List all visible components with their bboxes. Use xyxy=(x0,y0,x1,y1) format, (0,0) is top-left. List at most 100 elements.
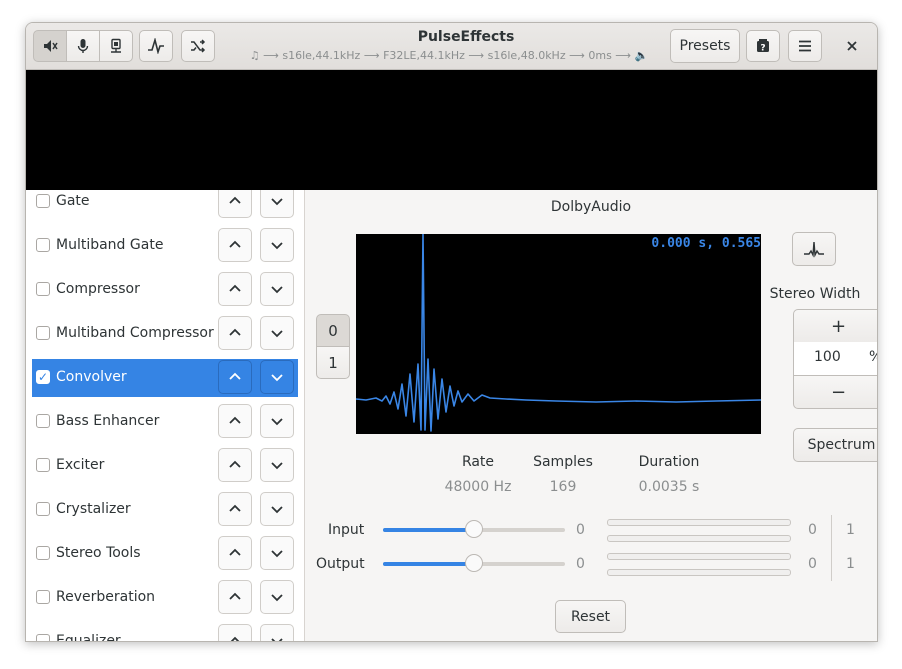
chevron-down-icon xyxy=(271,374,283,382)
chevron-up-icon xyxy=(230,636,240,641)
svg-text:?: ? xyxy=(760,44,765,54)
plugin-row[interactable]: Reverberation xyxy=(32,579,298,617)
impulse-title: DolbyAudio xyxy=(550,199,632,215)
waveform-icon xyxy=(148,38,164,54)
rate-value: 48000 Hz xyxy=(444,479,512,495)
move-down-button[interactable] xyxy=(260,360,294,394)
plugin-row[interactable]: Bass Enhancer xyxy=(32,403,298,441)
move-up-button[interactable] xyxy=(218,272,252,306)
plugin-enable-checkbox[interactable] xyxy=(36,546,50,560)
plugin-enable-checkbox[interactable] xyxy=(36,238,50,252)
impulse-graph-button[interactable] xyxy=(792,232,836,266)
move-down-button[interactable] xyxy=(260,448,294,482)
plugin-row[interactable]: Multiband Compressor xyxy=(32,315,298,353)
plugin-enable-checkbox[interactable] xyxy=(36,326,50,340)
plugin-row[interactable]: ✓ Convolver xyxy=(32,359,298,397)
channel-1-button[interactable]: 1 xyxy=(316,346,350,379)
input-slider-fill xyxy=(383,528,474,532)
move-up-button[interactable] xyxy=(218,190,252,218)
output-meter-right xyxy=(607,569,791,576)
plugin-row[interactable]: Stereo Tools xyxy=(32,535,298,573)
computer-icon xyxy=(111,38,121,53)
move-down-button[interactable] xyxy=(260,316,294,350)
close-button[interactable] xyxy=(841,35,863,57)
plugin-enable-checkbox[interactable] xyxy=(36,634,50,641)
plugin-row[interactable]: Exciter xyxy=(32,447,298,485)
shuffle-button[interactable] xyxy=(181,30,215,62)
input-microphone-button[interactable] xyxy=(66,30,100,62)
move-up-button[interactable] xyxy=(218,580,252,614)
plugin-enable-checkbox[interactable] xyxy=(36,590,50,604)
move-down-button[interactable] xyxy=(260,404,294,438)
chevron-down-icon xyxy=(271,286,283,294)
chevron-down-icon xyxy=(271,418,283,426)
chevron-down-icon xyxy=(271,638,283,641)
chevron-down-icon xyxy=(271,506,283,514)
move-down-button[interactable] xyxy=(260,580,294,614)
move-up-button[interactable] xyxy=(218,536,252,570)
output-slider-knob[interactable] xyxy=(465,554,483,572)
input-slider-knob[interactable] xyxy=(465,520,483,538)
impulse-response-plot[interactable]: 0.000 s, 0.565 xyxy=(355,233,762,434)
reset-button[interactable]: Reset xyxy=(555,600,626,633)
pipeline-text: ⟶ s16le,44.1kHz ⟶ F32LE,44.1kHz ⟶ s16le,… xyxy=(263,49,632,62)
move-up-button[interactable] xyxy=(218,228,252,262)
move-up-button[interactable] xyxy=(218,316,252,350)
plugin-enable-checkbox[interactable] xyxy=(36,502,50,516)
plugin-enable-checkbox[interactable] xyxy=(36,458,50,472)
spectrum-display xyxy=(26,70,877,190)
chevron-down-icon xyxy=(271,242,283,250)
plugin-row[interactable]: Compressor xyxy=(32,271,298,309)
stereo-width-increase-button[interactable]: + xyxy=(793,309,877,343)
input-gain-slider[interactable] xyxy=(383,520,565,538)
stereo-width-decrease-button[interactable]: − xyxy=(793,375,877,409)
output-gain-slider[interactable] xyxy=(383,554,565,572)
stereo-width-value: 100 xyxy=(814,349,841,365)
move-down-button[interactable] xyxy=(260,492,294,526)
move-down-button[interactable] xyxy=(260,190,294,218)
spectrum-button[interactable]: Spectrum xyxy=(793,428,877,462)
plugin-enable-checkbox[interactable] xyxy=(36,414,50,428)
move-down-button[interactable] xyxy=(260,624,294,641)
samples-value: 169 xyxy=(549,479,577,495)
chevron-down-icon xyxy=(271,198,283,206)
plugin-label: Crystalizer xyxy=(56,501,131,517)
duration-label: Duration xyxy=(638,454,700,470)
menu-button[interactable] xyxy=(788,30,822,62)
move-down-button[interactable] xyxy=(260,536,294,570)
window-title: PulseEffects xyxy=(417,29,515,45)
move-up-button[interactable] xyxy=(218,360,252,394)
output-slider-fill xyxy=(383,562,474,566)
output-speaker-button[interactable] xyxy=(33,30,67,62)
plugin-row[interactable]: Crystalizer xyxy=(32,491,298,529)
plugin-enable-checkbox[interactable] xyxy=(36,194,50,208)
move-up-button[interactable] xyxy=(218,492,252,526)
plugin-list: Gate Multiband Gate Compressor Multiband Co… xyxy=(26,190,305,641)
move-up-button[interactable] xyxy=(218,624,252,641)
move-down-button[interactable] xyxy=(260,272,294,306)
move-up-button[interactable] xyxy=(218,448,252,482)
plugin-row[interactable]: Equalizer xyxy=(32,623,298,641)
plugin-label: Compressor xyxy=(56,281,140,297)
input-meter-right xyxy=(607,535,791,542)
help-button[interactable]: ? xyxy=(746,30,780,62)
chevron-up-icon xyxy=(229,284,241,292)
presets-button[interactable]: Presets xyxy=(670,29,740,63)
output-gain-value: 0 xyxy=(576,556,585,572)
help-icon: ? xyxy=(757,39,769,54)
plugin-row[interactable]: Multiband Gate xyxy=(32,227,298,265)
applications-button[interactable] xyxy=(99,30,133,62)
stereo-width-unit: % xyxy=(869,349,877,365)
rate-label: Rate xyxy=(461,454,495,470)
close-icon xyxy=(847,41,857,51)
channel-0-button[interactable]: 0 xyxy=(316,314,350,347)
plugin-row[interactable]: Gate xyxy=(32,190,298,221)
plugin-enable-checkbox[interactable]: ✓ xyxy=(36,370,50,384)
move-down-button[interactable] xyxy=(260,228,294,262)
calibration-button[interactable] xyxy=(139,30,173,62)
convolver-panel: DolbyAudio 0 1 0.000 s, 0.565 Stereo Wid… xyxy=(305,190,877,641)
input-meter-left xyxy=(607,519,791,526)
stereo-width-entry[interactable]: 100 % xyxy=(793,342,877,375)
plugin-enable-checkbox[interactable] xyxy=(36,282,50,296)
move-up-button[interactable] xyxy=(218,404,252,438)
